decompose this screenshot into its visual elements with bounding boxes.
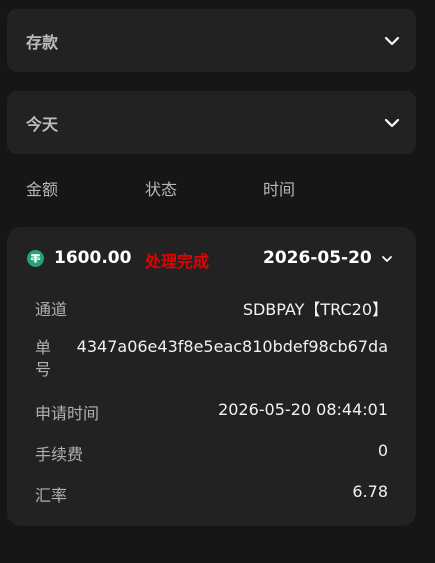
chevron-down-icon bbox=[384, 36, 400, 45]
column-header-amount: 金额 bbox=[26, 180, 59, 199]
order-number-value: 4347a06e43f8e5eac810bdef98cb67da bbox=[76, 337, 388, 356]
apply-time-label: 申请时间 bbox=[35, 404, 100, 423]
record-status: 处理完成 bbox=[145, 252, 210, 271]
chevron-down-icon[interactable] bbox=[380, 252, 394, 266]
channel-value: SDBPAY【TRC20】 bbox=[242, 300, 388, 319]
deposit-record-card: 1600.00 处理完成 2026-05-20 通道 SDBPAY【TRC20】… bbox=[7, 227, 416, 526]
record-summary-row[interactable]: 1600.00 处理完成 2026-05-20 bbox=[7, 227, 416, 291]
column-header-time: 时间 bbox=[263, 180, 296, 199]
deposit-records-page: 存款 今天 金额 状态 时间 1600.00 处理完成 2026-05-20 通… bbox=[0, 0, 435, 563]
record-amount: 1600.00 bbox=[54, 248, 132, 268]
exchange-rate-label: 汇率 bbox=[35, 486, 68, 505]
fee-value: 0 bbox=[377, 441, 388, 460]
tether-usdt-icon bbox=[27, 250, 44, 267]
record-date: 2026-05-20 bbox=[263, 248, 372, 268]
channel-label: 通道 bbox=[35, 300, 68, 319]
transaction-type-label: 存款 bbox=[26, 32, 59, 52]
column-headers: 金额 状态 时间 bbox=[0, 176, 435, 200]
chevron-down-icon bbox=[384, 118, 400, 127]
transaction-type-select[interactable]: 存款 bbox=[7, 9, 416, 72]
exchange-rate-value: 6.78 bbox=[352, 482, 388, 501]
detail-row-order-number: 单号 4347a06e43f8e5eac810bdef98cb67da bbox=[35, 337, 388, 381]
order-number-label: 单号 bbox=[35, 338, 52, 379]
date-range-label: 今天 bbox=[26, 114, 59, 134]
fee-label: 手续费 bbox=[35, 445, 84, 464]
apply-time-value: 2026-05-20 08:44:01 bbox=[218, 400, 388, 419]
column-header-status: 状态 bbox=[145, 180, 178, 199]
date-range-select[interactable]: 今天 bbox=[7, 91, 416, 154]
